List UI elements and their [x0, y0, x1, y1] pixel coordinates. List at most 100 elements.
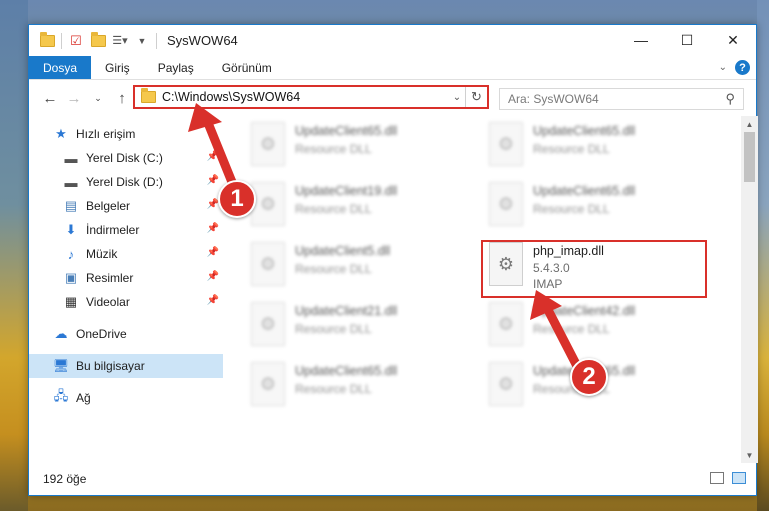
new-folder-icon[interactable]	[90, 31, 106, 49]
drive-icon: ▬	[64, 174, 78, 190]
sidebar-item-onedrive[interactable]: ☁ OneDrive	[29, 322, 223, 346]
file-description: Resource DLL	[533, 202, 610, 216]
file-description: Resource DLL	[295, 322, 372, 336]
file-description: Resource DLL	[533, 322, 610, 336]
sidebar-item-label: Resimler	[86, 271, 134, 285]
navigation-pane: ★ Hızlı erişim ▬ Yerel Disk (C:) 📌 ▬ Yer…	[29, 116, 223, 463]
pin-icon: 📌	[206, 175, 219, 186]
details-view-icon[interactable]	[710, 472, 724, 484]
tab-share[interactable]: Paylaş	[144, 56, 208, 79]
pin-icon: 📌	[206, 295, 219, 306]
address-dropdown-icon[interactable]: ⌄	[449, 92, 465, 103]
file-name: UpdateClient65.dll	[533, 124, 636, 138]
file-description: Resource DLL	[533, 142, 610, 156]
drive-icon: ▬	[64, 150, 78, 166]
sidebar-item-documents[interactable]: ▤ Belgeler 📌	[29, 194, 223, 218]
dll-file-icon: ⚙	[251, 302, 285, 346]
sidebar-item-videos[interactable]: ▦ Videolar 📌	[29, 290, 223, 314]
computer-icon: 🖥	[52, 358, 70, 373]
file-item[interactable]: ⚙ UpdateClient65.dll Resource DLL	[489, 122, 709, 174]
properties-icon[interactable]: ☑	[68, 33, 84, 49]
divider	[61, 32, 62, 49]
title-bar: ☑ ☰▾ ▼ SysWOW64 — ☐ ✕	[29, 25, 756, 56]
customize-toolbar-icon[interactable]: ☰▾	[112, 33, 128, 49]
sidebar-item-label: Belgeler	[86, 199, 131, 213]
file-item[interactable]: ⚙ UpdateClient21.dll Resource DLL	[251, 302, 471, 354]
item-count: 192 öğe	[43, 472, 87, 486]
scroll-down-icon[interactable]: ▼	[741, 447, 758, 463]
tiles-view-icon[interactable]	[732, 472, 746, 484]
sidebar-item-network[interactable]: 🖧 Ağ	[29, 386, 223, 410]
vertical-scrollbar[interactable]: ▲ ▼	[741, 116, 758, 463]
sidebar-item-label: OneDrive	[76, 327, 127, 341]
tab-file[interactable]: Dosya	[29, 56, 92, 79]
quick-access-toolbar: ☑ ☰▾ ▼	[29, 31, 157, 49]
folder-icon	[141, 88, 156, 103]
minimize-button[interactable]: —	[618, 25, 664, 55]
pin-icon: 📌	[206, 223, 219, 234]
scroll-up-icon[interactable]: ▲	[741, 116, 758, 132]
sidebar-item-this-pc[interactable]: 🖥 Bu bilgisayar	[29, 354, 223, 378]
file-name: UpdateClient65.dll	[295, 364, 398, 378]
file-description: Resource DLL	[295, 382, 372, 396]
sidebar-item-local-disk-d[interactable]: ▬ Yerel Disk (D:) 📌	[29, 170, 223, 194]
dll-file-icon: ⚙	[489, 122, 523, 166]
file-list: ⚙ UpdateClient65.dll Resource DLL ⚙ Updat…	[223, 116, 758, 463]
navigation-row: ← → ⌄ ↑ C:\Windows\SysWOW64 ⌄ ↻ Ara: Sys…	[29, 80, 756, 116]
status-bar: 192 öğe	[29, 463, 756, 495]
sidebar-item-local-disk-c[interactable]: ▬ Yerel Disk (C:) 📌	[29, 146, 223, 170]
forward-button[interactable]: →	[63, 87, 85, 109]
sidebar-item-label: Bu bilgisayar	[76, 359, 145, 373]
scroll-thumb[interactable]	[744, 132, 755, 182]
file-name: UpdateClient65.dll	[295, 124, 398, 138]
sidebar-item-downloads[interactable]: ⬇ İndirmeler 📌	[29, 218, 223, 242]
expand-ribbon-icon[interactable]: ⌄	[719, 62, 727, 73]
search-placeholder: Ara: SysWOW64	[508, 92, 599, 106]
view-buttons	[710, 472, 746, 484]
ribbon-right-controls: ⌄ ?	[719, 60, 750, 75]
up-button[interactable]: ↑	[111, 87, 133, 109]
desktop-wallpaper-right	[757, 0, 769, 511]
file-item[interactable]: ⚙ UpdateClient19.dll Resource DLL	[251, 182, 471, 234]
tab-home[interactable]: Giriş	[91, 56, 144, 79]
sidebar-item-music[interactable]: ♪ Müzik 📌	[29, 242, 223, 266]
refresh-icon[interactable]: ↻	[465, 87, 487, 107]
address-bar[interactable]: C:\Windows\SysWOW64 ⌄ ↻	[133, 85, 489, 109]
desktop-wallpaper-left	[0, 0, 28, 511]
search-icon: ⚲	[725, 91, 735, 106]
window-controls: — ☐ ✕	[618, 25, 756, 55]
sidebar-item-quick-access[interactable]: ★ Hızlı erişim	[29, 122, 223, 146]
file-description: Resource DLL	[295, 142, 372, 156]
step-1-badge: 1	[218, 180, 256, 218]
file-name: UpdateClient19.dll	[295, 184, 398, 198]
file-item[interactable]: ⚙ UpdateClient65.dll Resource DLL	[251, 362, 471, 414]
recent-locations-button[interactable]: ⌄	[87, 87, 109, 109]
address-path[interactable]: C:\Windows\SysWOW64	[162, 90, 449, 104]
file-highlight-box	[481, 240, 707, 298]
dll-file-icon: ⚙	[489, 182, 523, 226]
dll-file-icon: ⚙	[251, 362, 285, 406]
maximize-button[interactable]: ☐	[664, 25, 710, 55]
sidebar-item-label: İndirmeler	[86, 223, 140, 237]
dll-file-icon: ⚙	[251, 182, 285, 226]
star-icon: ★	[55, 126, 67, 141]
file-item[interactable]: ⚙ UpdateClient65.dll Resource DLL	[251, 122, 471, 174]
network-icon: 🖧	[53, 388, 69, 403]
search-input[interactable]: Ara: SysWOW64 ⚲	[499, 88, 744, 110]
dll-file-icon: ⚙	[251, 242, 285, 286]
file-item[interactable]: ⚙ UpdateClient65.dll Resource DLL	[489, 182, 709, 234]
main-area: ★ Hızlı erişim ▬ Yerel Disk (C:) 📌 ▬ Yer…	[29, 116, 758, 463]
file-item[interactable]: ⚙ UpdateClient5.dll Resource DLL	[251, 242, 471, 294]
help-icon[interactable]: ?	[735, 60, 750, 75]
step-2-badge: 2	[570, 358, 608, 396]
ribbon-tabs: Dosya Giriş Paylaş Görünüm ⌄ ?	[29, 56, 756, 80]
pin-icon: 📌	[206, 271, 219, 282]
file-explorer-window: ☑ ☰▾ ▼ SysWOW64 — ☐ ✕ Dosya Giriş Paylaş…	[28, 24, 758, 496]
back-button[interactable]: ←	[39, 87, 61, 109]
sidebar-item-pictures[interactable]: ▣ Resimler 📌	[29, 266, 223, 290]
tab-view[interactable]: Görünüm	[208, 56, 286, 79]
close-button[interactable]: ✕	[710, 25, 756, 55]
folder-icon	[39, 31, 55, 49]
dropdown-arrow-icon[interactable]: ▼	[134, 33, 150, 49]
file-item[interactable]: ⚙ UpdateClient42.dll Resource DLL	[489, 302, 709, 354]
